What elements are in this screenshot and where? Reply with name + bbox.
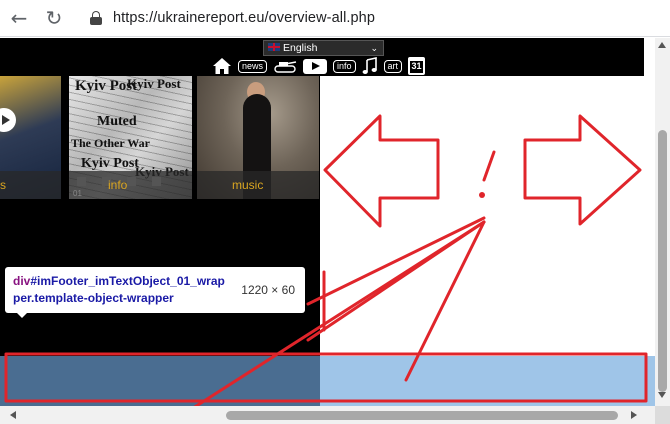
slide-index: 01 — [73, 189, 82, 198]
horizontal-scroll-thumb[interactable] — [226, 411, 618, 420]
slider-dot[interactable] — [77, 177, 86, 186]
browser-toolbar: ← ↻ https://ukrainereport.eu/overview-al… — [0, 0, 670, 37]
footer-light-section — [320, 356, 655, 406]
page-viewport: English ⌄ news info art 31 Kyiv Post Kyi… — [0, 38, 655, 406]
music-note-icon[interactable] — [362, 57, 378, 75]
art-link[interactable]: art — [383, 59, 403, 73]
caption-info[interactable]: info — [108, 178, 127, 192]
url-text[interactable]: https://ukrainereport.eu/overview-all.ph… — [113, 10, 375, 26]
vertical-scrollbar[interactable] — [655, 38, 670, 406]
calendar-icon[interactable]: 31 — [408, 57, 426, 75]
news-link[interactable]: news — [238, 59, 268, 73]
caption-partial[interactable]: s — [0, 178, 6, 192]
element-selector: div#imFooter_imTextObject_01_wrapper.tem… — [13, 273, 231, 307]
language-select[interactable]: English ⌄ — [263, 40, 384, 56]
back-arrow-icon[interactable]: ← — [7, 6, 31, 30]
slider-dot[interactable] — [127, 177, 136, 186]
site-nav-icons: news info art 31 — [212, 56, 426, 76]
devtools-element-tooltip: div#imFooter_imTextObject_01_wrapper.tem… — [5, 267, 305, 313]
scroll-up-arrow-icon[interactable] — [658, 42, 666, 48]
info-link[interactable]: info — [333, 59, 356, 73]
element-dimensions: 1220 × 60 — [241, 283, 295, 297]
chevron-down-icon: ⌄ — [370, 43, 378, 53]
scroll-down-arrow-icon[interactable] — [658, 392, 666, 398]
home-icon[interactable] — [212, 57, 232, 75]
caption-music[interactable]: music — [232, 178, 263, 192]
vertical-scroll-thumb[interactable] — [658, 130, 667, 392]
horizontal-scrollbar[interactable] — [0, 406, 655, 424]
reload-icon[interactable]: ↻ — [42, 6, 66, 30]
slider-dot[interactable] — [152, 177, 161, 186]
tooltip-pointer — [16, 312, 28, 318]
caption-bar — [0, 171, 61, 199]
scrollbar-corner — [655, 406, 670, 424]
language-label: English — [283, 42, 318, 54]
selector-id-class: #imFooter_imTextObject_01_wrapper.templa… — [13, 274, 225, 305]
play-icon[interactable] — [0, 108, 16, 132]
selector-tag: div — [13, 274, 31, 288]
lock-icon[interactable] — [89, 11, 103, 25]
footer-dark-section — [0, 356, 320, 406]
tank-icon[interactable] — [273, 59, 297, 73]
newspaper-headline: The Other War — [71, 136, 150, 150]
scroll-right-arrow-icon[interactable] — [631, 411, 637, 419]
newspaper-title: Kyiv Post — [81, 156, 139, 171]
scroll-left-arrow-icon[interactable] — [10, 411, 16, 419]
address-bar[interactable]: https://ukrainereport.eu/overview-all.ph… — [79, 4, 670, 33]
newspaper-headline: Muted — [97, 114, 137, 129]
video-play-icon[interactable] — [303, 58, 328, 74]
uk-flag-icon — [268, 43, 280, 51]
newspaper-title: Kyiv Post — [127, 76, 181, 91]
